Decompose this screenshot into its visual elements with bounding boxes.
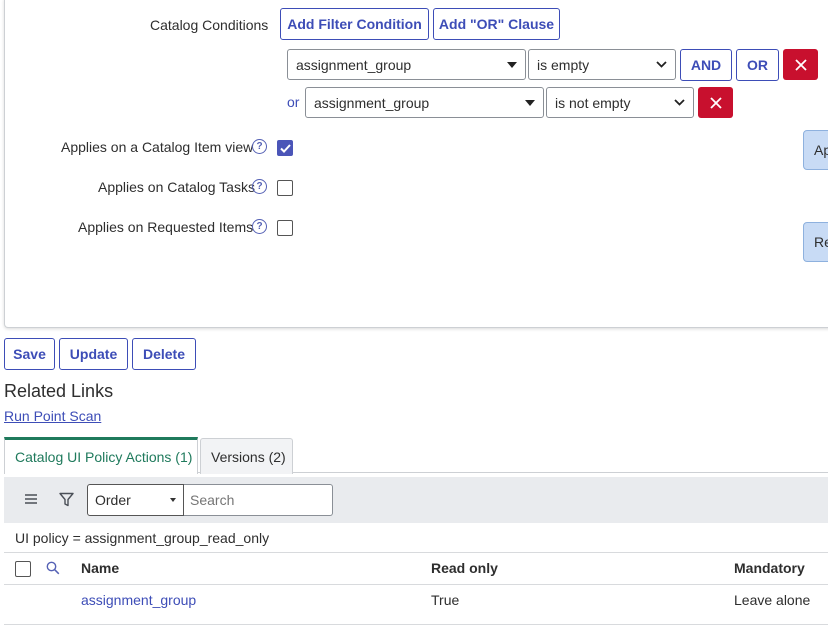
caret-down-icon [525, 99, 535, 106]
chevron-down-icon [674, 99, 685, 106]
related-links-heading: Related Links [4, 381, 114, 401]
delete-button[interactable]: Delete [132, 338, 196, 370]
applies-catalog-item-view-label: Applies on a Catalog Item view [61, 139, 254, 155]
or-button[interactable]: OR [736, 49, 779, 81]
delete-condition-1-button[interactable] [783, 49, 818, 80]
delete-condition-2-button[interactable] [698, 87, 733, 118]
row-name-link[interactable]: assignment_group [81, 592, 196, 608]
applies-requested-items-label: Applies on Requested Items [78, 219, 254, 235]
add-filter-condition-button[interactable]: Add Filter Condition [280, 8, 429, 40]
sort-field-select[interactable]: Order [87, 484, 184, 516]
applies-requested-items-checkbox[interactable] [277, 220, 293, 236]
row-divider [4, 624, 828, 625]
sort-field-value: Order [95, 492, 131, 508]
update-button[interactable]: Update [59, 338, 128, 370]
search-icon[interactable] [46, 561, 60, 575]
filter-breadcrumb[interactable]: UI policy = assignment_group_read_only [15, 530, 269, 546]
add-or-clause-button[interactable]: Add "OR" Clause [433, 8, 560, 40]
condition-1-field-select[interactable]: assignment_group [287, 49, 526, 80]
help-icon[interactable]: ? [252, 219, 267, 234]
column-header-name[interactable]: Name [81, 560, 119, 576]
condition-2-field-select[interactable]: assignment_group [305, 87, 544, 118]
run-point-scan-link[interactable]: Run Point Scan [4, 408, 101, 424]
header-divider [4, 584, 828, 585]
caret-down-icon [507, 61, 517, 68]
applies-catalog-tasks-label: Applies on Catalog Tasks [98, 179, 255, 195]
select-all-checkbox[interactable] [15, 561, 31, 577]
help-icon[interactable]: ? [252, 139, 267, 154]
close-icon [794, 58, 807, 71]
and-button[interactable]: AND [680, 49, 732, 81]
close-icon [709, 96, 722, 109]
condition-2-operator-value: is not empty [555, 94, 631, 111]
condition-1-operator-value: is empty [537, 56, 590, 73]
side-action-button-top[interactable]: Ap [803, 130, 828, 170]
applies-catalog-item-view-checkbox[interactable] [277, 140, 293, 156]
help-icon[interactable]: ? [252, 179, 267, 194]
condition-1-field-value: assignment_group [296, 56, 412, 73]
catalog-conditions-label: Catalog Conditions [150, 17, 269, 33]
condition-2-operator-select[interactable]: is not empty [546, 87, 694, 118]
caret-down-icon [170, 498, 176, 502]
side-action-button-bottom[interactable]: Re [803, 222, 828, 262]
list-search-input[interactable] [184, 484, 333, 516]
row-mandatory-value: Leave alone [734, 592, 811, 608]
filter-icon[interactable] [59, 492, 74, 507]
chevron-down-icon [656, 61, 667, 68]
column-header-read-only[interactable]: Read only [431, 560, 498, 576]
column-header-mandatory[interactable]: Mandatory [734, 560, 805, 576]
or-prefix-label: or [287, 94, 300, 110]
checkmark-icon [279, 143, 291, 153]
row-read-only-value: True [431, 592, 460, 608]
save-button[interactable]: Save [4, 338, 55, 370]
condition-1-operator-select[interactable]: is empty [528, 49, 676, 80]
applies-catalog-tasks-checkbox[interactable] [277, 180, 293, 196]
hamburger-menu-icon[interactable] [24, 493, 38, 505]
condition-2-field-value: assignment_group [314, 94, 430, 111]
breadcrumb-divider [4, 552, 828, 553]
tab-catalog-ui-policy-actions[interactable]: Catalog UI Policy Actions (1) [4, 437, 198, 474]
tab-versions[interactable]: Versions (2) [200, 438, 293, 474]
